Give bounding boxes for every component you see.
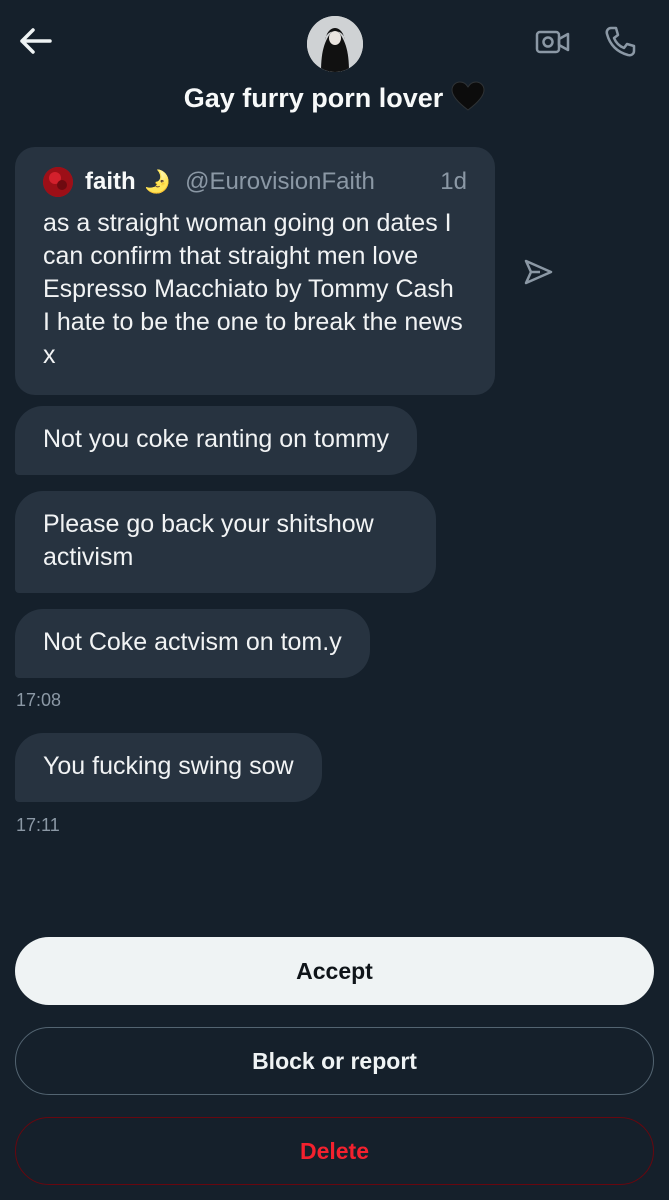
voice-call-button[interactable] bbox=[600, 22, 640, 62]
message-text: Not you coke ranting on tommy bbox=[43, 425, 389, 453]
profile-image bbox=[307, 16, 363, 72]
conversation-header: Gay furry porn lover bbox=[0, 0, 669, 140]
heart-icon bbox=[451, 81, 485, 122]
quoted-post-time: 1d bbox=[440, 168, 467, 195]
message-timestamp: 17:11 bbox=[16, 815, 60, 835]
video-call-button[interactable] bbox=[533, 22, 573, 62]
quoted-post-card[interactable]: faith 🌛 @EurovisionFaith 1d as a straigh… bbox=[15, 147, 495, 395]
send-icon bbox=[524, 259, 553, 285]
message-timestamp: 17:08 bbox=[16, 690, 62, 710]
message-bubble[interactable]: Not Coke actvism on tom.y bbox=[15, 609, 370, 678]
message-bubble[interactable]: You fucking swing sow bbox=[15, 733, 322, 802]
message-text: Not Coke actvism on tom.y bbox=[43, 628, 342, 656]
back-button[interactable] bbox=[16, 22, 54, 60]
block-or-report-button[interactable]: Block or report bbox=[15, 1027, 654, 1095]
message-bubble[interactable]: Not you coke ranting on tommy bbox=[15, 406, 417, 475]
quoted-author-handle: @EurovisionFaith bbox=[185, 168, 375, 195]
message-text: Please go back your shitshow activism bbox=[43, 510, 374, 571]
accept-button[interactable]: Accept bbox=[15, 937, 654, 1005]
conversation-title: Gay furry porn lover bbox=[0, 78, 669, 122]
arrow-left-icon bbox=[20, 28, 52, 54]
share-post-button[interactable] bbox=[520, 254, 556, 290]
message-text: You fucking swing sow bbox=[43, 752, 294, 780]
quoted-post-header: faith 🌛 @EurovisionFaith 1d bbox=[43, 165, 467, 199]
quoted-post-text: as a straight woman going on dates I can… bbox=[43, 209, 463, 369]
avatar[interactable] bbox=[307, 16, 363, 72]
video-camera-icon bbox=[535, 30, 570, 54]
message-bubble[interactable]: Please go back your shitshow activism bbox=[15, 491, 436, 593]
delete-button[interactable]: Delete bbox=[15, 1117, 654, 1185]
moon-emoji-icon: 🌛 bbox=[143, 169, 172, 194]
quoted-author-name: faith bbox=[85, 168, 136, 195]
phone-icon bbox=[605, 26, 636, 57]
quoted-author-avatar bbox=[43, 167, 73, 197]
conversation-title-text: Gay furry porn lover bbox=[183, 83, 444, 113]
